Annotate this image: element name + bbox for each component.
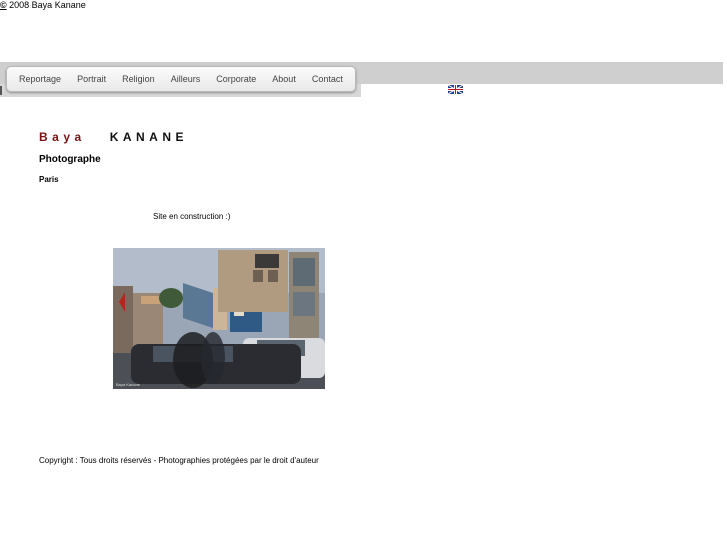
first-name: Baya xyxy=(39,130,86,144)
role-title: Photographe xyxy=(39,154,101,165)
nav-item-religion[interactable]: Religion xyxy=(122,74,155,84)
nav-item-contact[interactable]: Contact xyxy=(312,74,343,84)
last-name: KANANE xyxy=(109,130,189,144)
nav-item-portrait[interactable]: Portrait xyxy=(77,74,106,84)
nav-item-corporate[interactable]: Corporate xyxy=(216,74,256,84)
footer-copyright: Copyright : Tous droits réservés - Photo… xyxy=(39,456,319,465)
uk-flag-icon[interactable] xyxy=(448,85,463,94)
nav-item-ailleurs[interactable]: Ailleurs xyxy=(171,74,201,84)
nav-item-about[interactable]: About xyxy=(272,74,296,84)
top-copyright: © 2008 Baya Kanane xyxy=(0,0,86,11)
top-copyright-text: 2008 Baya Kanane xyxy=(9,0,86,10)
main-navigation: Reportage Portrait Religion Ailleurs Cor… xyxy=(6,66,356,92)
copyright-symbol-link[interactable]: © xyxy=(0,0,7,10)
photographer-name: Baya KANANE xyxy=(39,130,188,144)
nav-band-mark xyxy=(0,86,2,95)
street-photo[interactable]: Baya Kanane xyxy=(113,248,325,389)
construction-notice: Site en construction :) xyxy=(153,212,231,221)
city-label: Paris xyxy=(39,175,59,184)
nav-item-reportage[interactable]: Reportage xyxy=(19,74,61,84)
street-photo-image xyxy=(113,248,325,389)
photo-watermark: Baya Kanane xyxy=(116,382,141,387)
